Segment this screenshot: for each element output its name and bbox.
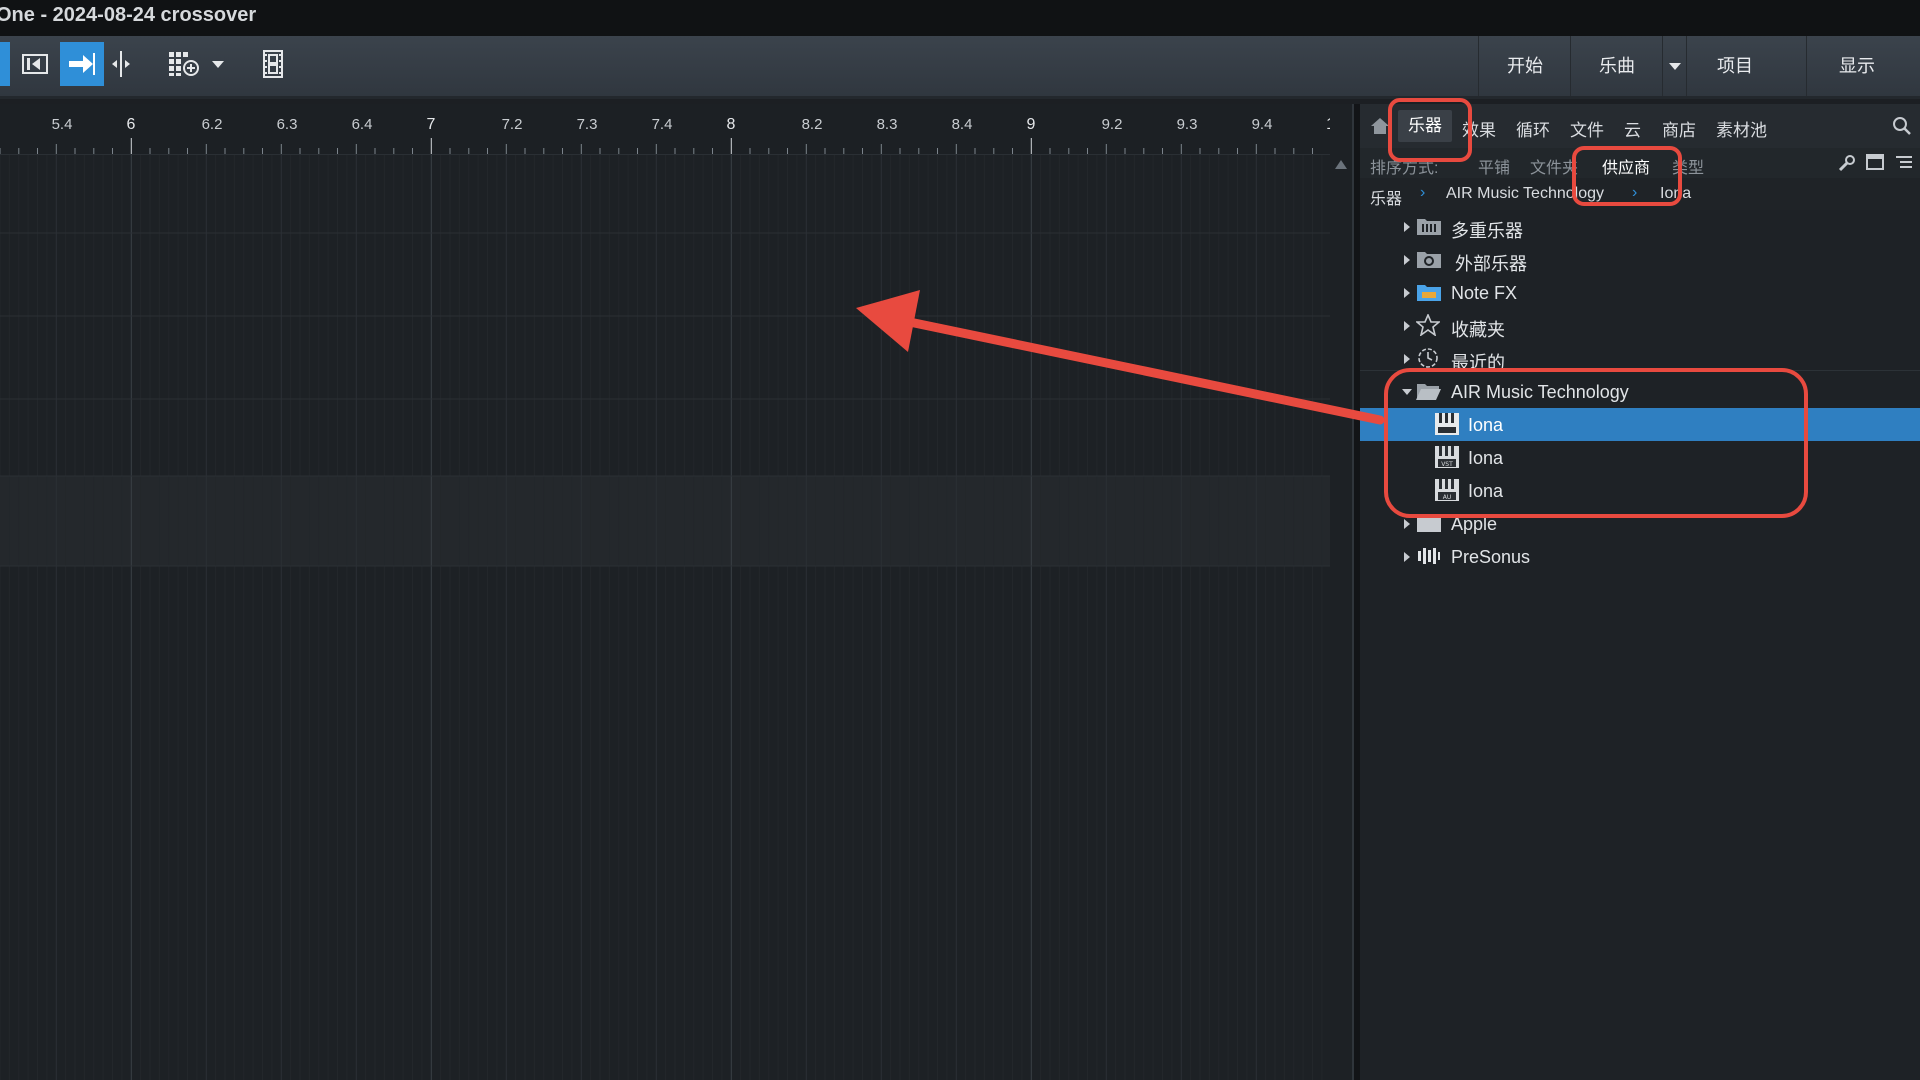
wrench-icon[interactable] (1838, 154, 1856, 177)
expand-icon[interactable] (1404, 288, 1410, 298)
chevron-down-icon[interactable] (206, 42, 230, 86)
ruler-label: 8.4 (951, 116, 973, 133)
menu-show-button[interactable]: 显示 (1806, 36, 1907, 96)
tab-loops[interactable]: 循环 (1516, 116, 1550, 141)
breadcrumb-separator-icon: › (1420, 184, 1426, 201)
window-title: One - 2024-08-24 crossover (0, 4, 257, 26)
tab-cloud[interactable]: 云 (1624, 116, 1641, 141)
window-title-bar: One - 2024-08-24 crossover (0, 0, 1920, 36)
external-instrument-folder-icon (1416, 249, 1442, 274)
tree-item-favorites[interactable]: 收藏夹 (1360, 309, 1920, 342)
tab-pool[interactable]: 素材池 (1716, 116, 1767, 141)
menu-project-button[interactable]: 项目 (1686, 36, 1783, 96)
menu-song-button[interactable]: 乐曲 (1570, 36, 1663, 96)
tree-item-label: 收藏夹 (1451, 320, 1505, 340)
snap-forward-icon[interactable] (60, 42, 104, 86)
ruler-label: 5.4 (51, 116, 73, 133)
clock-icon (1416, 347, 1440, 368)
ruler-label: 7 (426, 116, 436, 133)
expand-icon[interactable] (1404, 222, 1410, 232)
arrange-vertical-scrollbar[interactable] (1330, 104, 1352, 1080)
presonus-logo-icon (1416, 546, 1442, 571)
note-fx-folder-icon (1416, 282, 1442, 307)
menu-start-button[interactable]: 开始 (1478, 36, 1571, 96)
arrange-view[interactable]: 5.4 6 6.2 6.3 6.4 7 7.2 7.3 7.4 8 8.2 8.3 8.4 9 9.2 9.3… (0, 104, 1352, 1080)
expand-icon[interactable] (1404, 354, 1410, 364)
selected-track-lane (0, 476, 1330, 566)
grid-background (0, 155, 1330, 1080)
window-icon[interactable] (1866, 154, 1884, 175)
tree-item-label: PreSonus (1451, 547, 1531, 567)
tree-item-label: 多重乐器 (1451, 221, 1523, 241)
breadcrumb-instruments[interactable]: 乐器 (1370, 185, 1402, 209)
tree-item-label: Note FX (1451, 283, 1518, 303)
main-toolbar: 开始 乐曲 项目 显示 (0, 36, 1920, 99)
ruler-label: 7.4 (651, 116, 673, 133)
list-view-icon[interactable] (1894, 154, 1914, 177)
home-icon[interactable] (1370, 116, 1390, 141)
tab-shop[interactable]: 商店 (1662, 116, 1696, 141)
star-icon (1414, 312, 1442, 341)
ruler-label: 7.2 (501, 116, 523, 133)
ruler-label: 7.3 (576, 116, 598, 133)
tree-item-label: 最近的 (1451, 353, 1505, 368)
tab-files[interactable]: 文件 (1570, 116, 1604, 141)
tree-item-multi-instruments[interactable]: 多重乐器 (1360, 210, 1920, 243)
film-icon[interactable] (258, 42, 288, 86)
ruler-label: 6.3 (276, 116, 298, 133)
timeline-ruler[interactable]: 5.4 6 6.2 6.3 6.4 7 7.2 7.3 7.4 8 8.2 8.3 8.4 9 9.2 9.3… (0, 104, 1352, 155)
ruler-label: 8.2 (801, 116, 823, 133)
tree-item-presonus[interactable]: PreSonus (1360, 540, 1920, 573)
sort-flat-option[interactable]: 平铺 (1478, 154, 1510, 178)
browser-panel: 乐器 效果 循环 文件 云 商店 素材池 排序方式: 平铺 文件夹 供应商 类型… (1360, 104, 1920, 1080)
ruler-label: 9.3 (1176, 116, 1198, 133)
tree-item-external-instruments[interactable]: 外部乐器 (1360, 243, 1920, 276)
tree-item-recent[interactable]: 最近的 (1360, 342, 1920, 368)
ruler-label: 6 (126, 116, 136, 133)
highlight-vendor-sort (1572, 146, 1682, 206)
arrange-grid[interactable] (0, 155, 1330, 1080)
expand-icon[interactable] (1404, 321, 1410, 331)
loop-start-icon[interactable] (14, 42, 56, 86)
expand-icon[interactable] (1404, 519, 1410, 529)
scroll-up-icon[interactable] (1335, 160, 1347, 169)
expand-icon[interactable] (1404, 255, 1410, 265)
ruler-label: 9.2 (1101, 116, 1123, 133)
search-icon[interactable] (1892, 116, 1912, 141)
highlight-air-music-group (1384, 368, 1808, 518)
expand-icon[interactable] (1404, 552, 1410, 562)
sort-folder-option[interactable]: 文件夹 (1530, 154, 1578, 178)
ruler-label: 9 (1026, 116, 1036, 133)
tree-item-note-fx[interactable]: Note FX (1360, 276, 1920, 309)
ruler-label: 9.4 (1251, 116, 1273, 133)
song-dropdown-chevron-icon[interactable] (1662, 36, 1687, 96)
grid-add-icon[interactable] (164, 42, 204, 86)
ruler-label: 8 (726, 116, 736, 133)
split-icon[interactable] (106, 42, 136, 86)
multi-instrument-folder-icon (1416, 216, 1442, 241)
tree-item-label: 外部乐器 (1455, 254, 1527, 274)
ruler-label: 8.3 (876, 116, 898, 133)
highlight-instruments-tab (1388, 98, 1472, 162)
ruler-label: 6.4 (351, 116, 373, 133)
ruler-label: 6.2 (201, 116, 223, 133)
toolbar-edge-button[interactable] (0, 42, 10, 86)
